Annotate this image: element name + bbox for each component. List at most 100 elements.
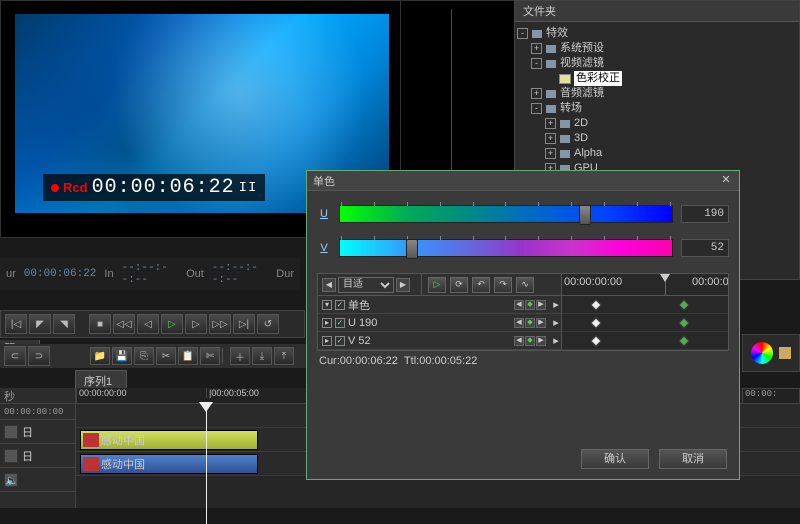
expand-icon[interactable]: - bbox=[531, 103, 542, 114]
kf-prev-key-icon[interactable]: ◀ bbox=[514, 300, 524, 310]
tree-node[interactable]: +音频滤镜 bbox=[517, 86, 797, 101]
tree-node[interactable]: +3D bbox=[517, 131, 797, 146]
goto-end-button[interactable]: ▷| bbox=[233, 314, 255, 334]
tree-node[interactable]: -特效 bbox=[517, 26, 797, 41]
expand-icon[interactable]: + bbox=[531, 88, 542, 99]
tree-node[interactable]: +系统预设 bbox=[517, 41, 797, 56]
track-header[interactable]: 日 bbox=[0, 420, 75, 444]
kf-next-key-icon[interactable]: ▶ bbox=[536, 300, 546, 310]
expand-icon[interactable]: + bbox=[545, 148, 556, 159]
kf-checkbox[interactable]: ✓ bbox=[335, 336, 345, 346]
cut-button[interactable]: ✂ bbox=[156, 347, 176, 365]
tree-node[interactable]: +Alpha bbox=[517, 146, 797, 161]
kf-add-key-icon[interactable]: ◆ bbox=[525, 300, 535, 310]
kf-more-icon[interactable]: ▸ bbox=[551, 334, 561, 347]
kf-track-row[interactable]: ▸✓V 52◀◆▶▸ bbox=[318, 332, 561, 350]
expand-icon[interactable]: - bbox=[531, 58, 542, 69]
ok-button[interactable]: 确认 bbox=[581, 449, 649, 469]
color-swatch[interactable] bbox=[779, 347, 791, 359]
save-button[interactable]: 💾 bbox=[112, 347, 132, 365]
track-toggle-icon[interactable] bbox=[4, 425, 18, 439]
kf-ruler[interactable]: 00:00:00:00 00:00:07:00 bbox=[562, 274, 728, 295]
expand-icon[interactable]: + bbox=[531, 43, 542, 54]
effects-panel-title: 文件夹 bbox=[515, 1, 799, 22]
kf-play-button[interactable]: ▷ bbox=[428, 277, 446, 293]
rewind-button[interactable]: ◁◁ bbox=[113, 314, 135, 334]
kf-view-dropdown[interactable]: 目适 bbox=[338, 277, 394, 293]
expand-icon[interactable]: + bbox=[545, 118, 556, 129]
tool-shuttle-icon[interactable]: ⊂ bbox=[4, 346, 26, 366]
tree-node[interactable]: 色彩校正 bbox=[517, 71, 797, 86]
close-button[interactable]: ✕ bbox=[719, 174, 733, 188]
step-back-button[interactable]: ◁ bbox=[137, 314, 159, 334]
add-track-button[interactable]: ＋ bbox=[230, 347, 250, 365]
timeline-left-header: 秒 bbox=[0, 388, 75, 404]
kf-prev-key-icon[interactable]: ◀ bbox=[514, 336, 524, 346]
kf-prev-icon[interactable]: ◀ bbox=[322, 278, 336, 292]
kf-next-key-icon[interactable]: ▶ bbox=[536, 318, 546, 328]
kf-add-key-icon[interactable]: ◆ bbox=[525, 336, 535, 346]
u-value[interactable]: 190 bbox=[681, 205, 729, 223]
expand-icon[interactable]: + bbox=[545, 133, 556, 144]
kf-track-row[interactable]: ▾✓单色◀◆▶▸ bbox=[318, 296, 561, 314]
kf-graph[interactable] bbox=[562, 296, 728, 350]
color-wheel-icon[interactable] bbox=[751, 342, 773, 364]
track-header[interactable]: 日 bbox=[0, 444, 75, 468]
kf-undo-button[interactable]: ↶ bbox=[472, 277, 490, 293]
cancel-button[interactable]: 取消 bbox=[659, 449, 727, 469]
kf-next-icon[interactable]: ▶ bbox=[396, 278, 410, 292]
tool-magnet-icon[interactable]: ⊃ bbox=[28, 346, 50, 366]
kf-expand-icon[interactable]: ▸ bbox=[322, 336, 332, 346]
kf-checkbox[interactable]: ✓ bbox=[335, 318, 345, 328]
kf-more-icon[interactable]: ▸ bbox=[551, 298, 561, 311]
kf-more-icon[interactable]: ▸ bbox=[551, 316, 561, 329]
audio-clip[interactable]: 感动中国 bbox=[80, 454, 258, 474]
v-slider-knob[interactable] bbox=[406, 239, 418, 259]
tree-node[interactable]: +2D bbox=[517, 116, 797, 131]
kf-track-row[interactable]: ▸✓U 190◀◆▶▸ bbox=[318, 314, 561, 332]
copy-button[interactable]: ⎘ bbox=[134, 347, 154, 365]
video-clip[interactable]: 感动中国 bbox=[80, 430, 258, 450]
track-toggle-icon[interactable] bbox=[4, 449, 18, 463]
out-marker-button[interactable]: ⤒ bbox=[274, 347, 294, 365]
kf-expand-icon[interactable]: ▾ bbox=[322, 300, 332, 310]
kf-checkbox[interactable]: ✓ bbox=[335, 300, 345, 310]
mark-in-button[interactable]: ◤ bbox=[29, 314, 51, 334]
clip-label: 感动中国 bbox=[101, 432, 145, 448]
open-button[interactable]: 📁 bbox=[90, 347, 110, 365]
goto-start-button[interactable]: |◁ bbox=[5, 314, 27, 334]
scissors-button[interactable]: ✄ bbox=[200, 347, 220, 365]
kf-add-key-icon[interactable]: ◆ bbox=[525, 318, 535, 328]
kf-loop-button[interactable]: ⟳ bbox=[450, 277, 468, 293]
in-marker-button[interactable]: ⤓ bbox=[252, 347, 272, 365]
fast-fwd-button[interactable]: ▷▷ bbox=[209, 314, 231, 334]
kf-prev-key-icon[interactable]: ◀ bbox=[514, 318, 524, 328]
dialog-titlebar[interactable]: 单色 ✕ bbox=[307, 171, 739, 191]
record-timecode: 00:00:06:22 bbox=[92, 176, 235, 199]
speaker-icon[interactable]: 🔈 bbox=[4, 473, 18, 487]
kf-graph-row[interactable] bbox=[562, 314, 728, 332]
expand-icon[interactable]: - bbox=[517, 28, 528, 39]
kf-curve-button[interactable]: ∿ bbox=[516, 277, 534, 293]
kf-graph-row[interactable] bbox=[562, 332, 728, 350]
tree-node[interactable]: -转场 bbox=[517, 101, 797, 116]
stop-button[interactable]: ■ bbox=[89, 314, 111, 334]
track-label: 日 bbox=[22, 448, 33, 464]
u-slider[interactable] bbox=[339, 205, 673, 223]
kf-expand-icon[interactable]: ▸ bbox=[322, 318, 332, 328]
kf-redo-button[interactable]: ↷ bbox=[494, 277, 512, 293]
timeline-playhead[interactable] bbox=[206, 404, 207, 524]
tree-node[interactable]: -视频滤镜 bbox=[517, 56, 797, 71]
kf-graph-row[interactable] bbox=[562, 296, 728, 314]
step-fwd-button[interactable]: ▷ bbox=[185, 314, 207, 334]
play-button[interactable]: ▷ bbox=[161, 314, 183, 334]
v-slider[interactable] bbox=[339, 239, 673, 257]
paste-button[interactable]: 📋 bbox=[178, 347, 198, 365]
kf-playhead[interactable] bbox=[665, 274, 666, 295]
mark-out-button[interactable]: ◥ bbox=[53, 314, 75, 334]
kf-next-key-icon[interactable]: ▶ bbox=[536, 336, 546, 346]
loop-button[interactable]: ↺ bbox=[257, 314, 279, 334]
track-header[interactable]: 🔈 bbox=[0, 468, 75, 492]
u-slider-knob[interactable] bbox=[579, 205, 591, 225]
v-value[interactable]: 52 bbox=[681, 239, 729, 257]
